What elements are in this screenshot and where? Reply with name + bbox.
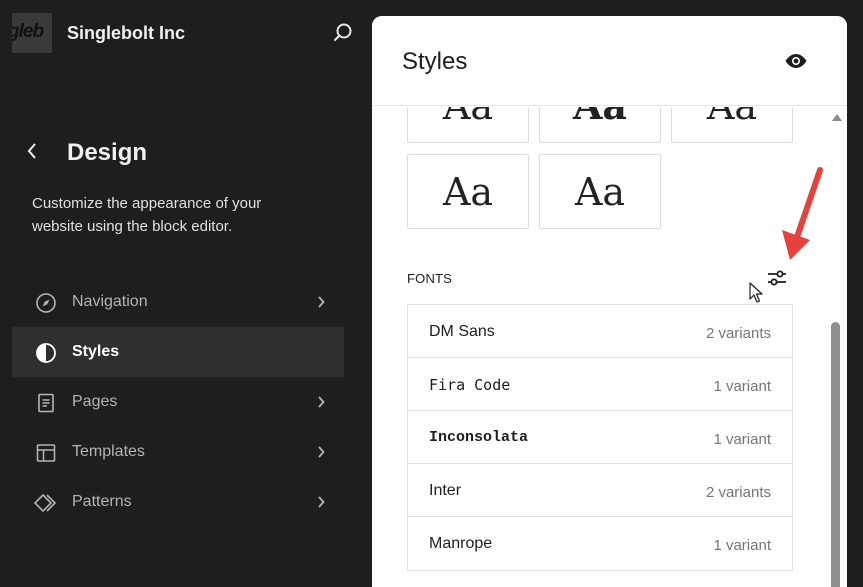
panel-header: Styles xyxy=(372,16,847,106)
font-variant-count: 1 variant xyxy=(713,378,771,395)
design-heading: Design xyxy=(67,139,148,166)
sidebar-item-navigation[interactable]: Navigation xyxy=(12,277,344,327)
font-name: Inconsolata xyxy=(429,429,529,446)
typography-preset-tile[interactable]: Aa xyxy=(671,107,793,143)
font-variant-count: 1 variant xyxy=(713,431,771,448)
chevron-right-icon xyxy=(314,293,328,311)
layout-icon xyxy=(34,441,58,465)
chevron-right-icon xyxy=(314,393,328,411)
compass-icon xyxy=(34,291,58,315)
typography-preset-tile[interactable]: Aa xyxy=(407,107,529,143)
sidebar-item-label: Styles xyxy=(72,343,120,360)
font-list-item[interactable]: Inter 2 variants xyxy=(408,464,792,517)
sidebar-item-patterns[interactable]: Patterns xyxy=(12,477,344,527)
back-button[interactable] xyxy=(22,138,42,164)
font-variant-count: 2 variants xyxy=(705,325,771,342)
site-title[interactable]: Singlebolt Inc xyxy=(67,23,185,44)
scroll-up-arrow-icon[interactable] xyxy=(832,114,842,121)
panel-scrollbar[interactable] xyxy=(830,107,842,587)
design-description: Customize the appearance of your website… xyxy=(32,195,262,235)
chevron-left-icon xyxy=(27,143,36,159)
sidebar-item-pages[interactable]: Pages xyxy=(12,377,344,427)
font-list-item[interactable]: Fira Code 1 variant xyxy=(408,358,792,411)
page-icon xyxy=(34,391,58,415)
sidebar-item-templates[interactable]: Templates xyxy=(12,427,344,477)
font-variant-count: 1 variant xyxy=(713,537,771,554)
chevron-right-icon xyxy=(314,443,328,461)
styles-panel: Styles Aa Aa Aa Aa Aa FONTS DM xyxy=(372,16,847,587)
eye-icon xyxy=(785,54,807,68)
font-name: Inter xyxy=(429,482,462,499)
font-name: DM Sans xyxy=(429,323,495,340)
diamond-icon xyxy=(34,491,58,515)
sidebar-item-label: Navigation xyxy=(72,293,148,310)
scrollbar-thumb[interactable] xyxy=(831,322,840,587)
font-list-item[interactable]: DM Sans 2 variants xyxy=(408,305,792,358)
typography-preset-tile[interactable]: Aa xyxy=(539,154,661,229)
site-header: gleb Singlebolt Inc xyxy=(12,13,357,53)
sidebar-item-label: Templates xyxy=(72,443,145,460)
sidebar-item-styles[interactable]: Styles xyxy=(12,327,344,377)
half-circle-icon xyxy=(34,341,58,365)
font-list-item[interactable]: Manrope 1 variant xyxy=(408,517,792,570)
font-variant-count: 2 variants xyxy=(705,484,771,501)
manage-fonts-button[interactable] xyxy=(764,266,790,290)
font-name: Manrope xyxy=(429,535,493,552)
panel-body: Aa Aa Aa Aa Aa FONTS DM Sans 2 variants … xyxy=(372,107,847,587)
sidebar-item-label: Pages xyxy=(72,393,118,410)
style-book-button[interactable] xyxy=(782,48,810,74)
font-list-item[interactable]: Inconsolata 1 variant xyxy=(408,411,792,464)
sidebar: gleb Singlebolt Inc Design Customize the… xyxy=(0,0,372,587)
site-logo[interactable]: gleb xyxy=(12,13,52,53)
fonts-section-label: FONTS xyxy=(407,271,453,286)
font-name: Fira Code xyxy=(429,376,511,394)
typography-preset-tile[interactable]: Aa xyxy=(407,154,529,229)
sidebar-item-label: Patterns xyxy=(72,493,132,510)
search-icon xyxy=(334,23,352,41)
chevron-right-icon xyxy=(314,493,328,511)
design-nav: Navigation Styles Pages Templates Patter… xyxy=(12,277,344,527)
sliders-icon xyxy=(768,270,786,286)
search-button[interactable] xyxy=(329,19,357,47)
font-list: DM Sans 2 variants Fira Code 1 variant I… xyxy=(407,304,793,571)
panel-title: Styles xyxy=(402,48,468,75)
typography-preset-tile[interactable]: Aa xyxy=(539,107,661,143)
